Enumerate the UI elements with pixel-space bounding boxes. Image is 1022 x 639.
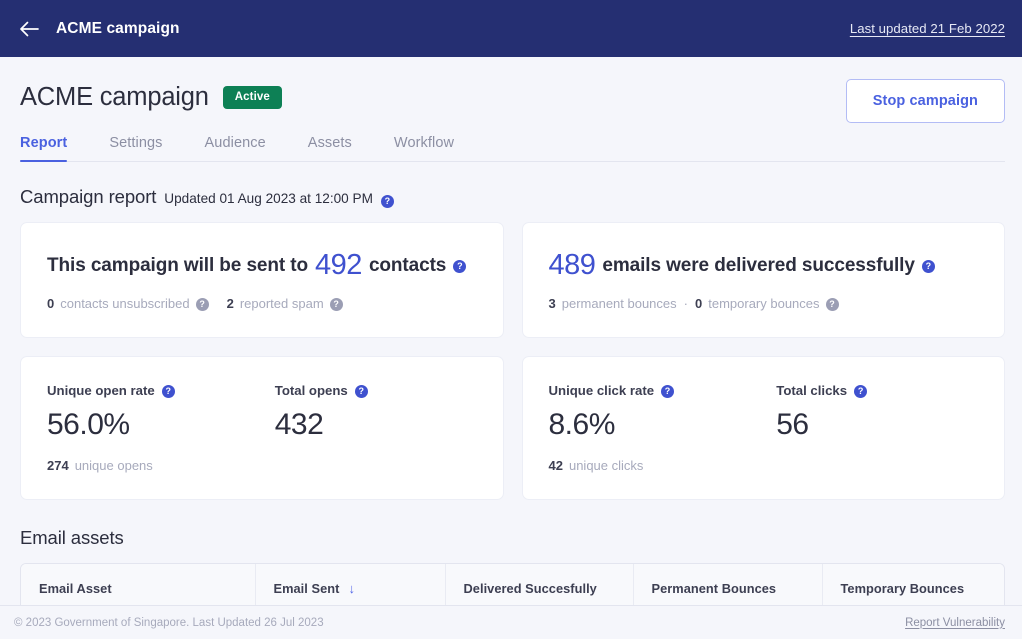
- bounce-separator: ·: [683, 296, 688, 311]
- permanent-bounces-count: 3: [548, 296, 556, 311]
- navbar-left-group: ACME campaign: [18, 18, 180, 40]
- app-root: ACME campaign Last updated 21 Feb 2022 A…: [0, 0, 1022, 639]
- page-footer: © 2023 Government of Singapore. Last Upd…: [0, 605, 1022, 639]
- recipients-suffix: contacts: [368, 254, 447, 276]
- report-vulnerability-link[interactable]: Report Vulnerability: [905, 617, 1005, 629]
- total-clicks-value: 56: [776, 408, 809, 441]
- unique-click-rate-label: Unique click rate: [548, 383, 655, 398]
- delivered-card: 489 emails were delivered successfully ?…: [521, 222, 1005, 338]
- delivered-subline: 3 permanent bounces · 0 temporary bounce…: [549, 296, 1005, 311]
- unique-open-rate-value: 56.0%: [47, 408, 130, 441]
- help-circle-icon[interactable]: ?: [854, 385, 868, 398]
- email-assets-title: Email assets: [20, 527, 124, 548]
- unique-click-rate-label-group: Unique click rate ?: [549, 383, 777, 398]
- total-clicks-metric: Total clicks ? 56: [776, 383, 1004, 442]
- recipients-count: 492: [315, 249, 362, 281]
- summary-card-grid: This campaign will be sent to 492 contac…: [0, 208, 1022, 500]
- help-circle-icon[interactable]: ?: [661, 385, 675, 398]
- stop-campaign-button[interactable]: Stop campaign: [845, 79, 1005, 123]
- email-assets-table: Email Asset Email Sent ↓ Delivered Succes…: [21, 564, 1004, 605]
- total-opens-label: Total opens: [274, 383, 348, 398]
- main-content: ACME campaign Active Stop campaign Repor…: [0, 57, 1022, 605]
- sort-descending-icon[interactable]: ↓: [348, 581, 355, 596]
- tab-workflow[interactable]: Workflow: [394, 135, 454, 162]
- table-header-row: Email Asset Email Sent ↓ Delivered Succes…: [21, 564, 1004, 605]
- total-opens-metric: Total opens ? 432: [275, 383, 503, 442]
- column-header-permanent-bounces[interactable]: Permanent Bounces: [633, 564, 823, 605]
- recipients-headline: This campaign will be sent to 492 contac…: [47, 249, 503, 282]
- tab-bar: Report Settings Audience Assets Workflow: [0, 123, 1022, 162]
- column-header-delivered[interactable]: Delivered Succesfully: [445, 564, 634, 605]
- help-circle-icon[interactable]: ?: [453, 260, 467, 273]
- help-circle-icon[interactable]: ?: [354, 385, 368, 398]
- unique-click-rate-metric: Unique click rate ? 8.6%: [549, 383, 777, 442]
- temporary-bounces-label: temporary bounces: [708, 296, 820, 311]
- opens-metrics: Unique open rate ? 56.0% Total opens ? 4…: [47, 383, 503, 442]
- top-navbar: ACME campaign Last updated 21 Feb 2022: [0, 0, 1022, 57]
- column-header-email-asset[interactable]: Email Asset: [21, 564, 256, 605]
- unique-opens-count: 274: [47, 458, 69, 473]
- delivered-headline: 489 emails were delivered successfully ?: [549, 249, 1005, 282]
- campaign-report-title: Campaign report: [20, 186, 157, 207]
- unique-opens-footnote: 274 unique opens: [47, 458, 503, 473]
- opens-card: Unique open rate ? 56.0% Total opens ? 4…: [20, 356, 504, 500]
- arrow-left-icon[interactable]: [18, 18, 40, 40]
- permanent-bounces-label: permanent bounces: [561, 296, 677, 311]
- table-head: Email Asset Email Sent ↓ Delivered Succes…: [21, 564, 1004, 605]
- unique-click-rate-value: 8.6%: [548, 408, 616, 441]
- unique-clicks-label: unique clicks: [568, 458, 644, 473]
- email-assets-table-wrapper: Email Asset Email Sent ↓ Delivered Succes…: [20, 563, 1005, 605]
- clicks-card: Unique click rate ? 8.6% Total clicks ? …: [521, 356, 1005, 500]
- spam-label: reported spam: [239, 296, 324, 311]
- total-clicks-label-group: Total clicks ?: [776, 383, 1004, 398]
- unique-opens-label: unique opens: [74, 458, 153, 473]
- total-opens-label-group: Total opens ?: [275, 383, 503, 398]
- tab-report[interactable]: Report: [20, 135, 68, 162]
- spam-count: 2: [226, 296, 234, 311]
- campaign-report-heading: Campaign report Updated 01 Aug 2023 at 1…: [0, 162, 1022, 208]
- tab-settings[interactable]: Settings: [109, 135, 162, 162]
- tab-assets[interactable]: Assets: [308, 135, 352, 162]
- help-circle-icon[interactable]: ?: [329, 298, 343, 311]
- unique-open-rate-label-group: Unique open rate ?: [47, 383, 275, 398]
- recipients-subline: 0 contacts unsubscribed ? 2 reported spa…: [47, 296, 503, 311]
- help-circle-icon[interactable]: ?: [195, 298, 209, 311]
- help-circle-icon[interactable]: ?: [380, 195, 394, 208]
- column-header-email-sent[interactable]: Email Sent ↓: [255, 564, 446, 605]
- unsubscribed-label: contacts unsubscribed: [60, 296, 190, 311]
- temporary-bounces-count: 0: [695, 296, 703, 311]
- navbar-campaign-title: ACME campaign: [56, 19, 180, 37]
- page-title: ACME campaign: [20, 83, 209, 111]
- page-title-group: ACME campaign Active: [20, 79, 282, 112]
- campaign-report-updated: Updated 01 Aug 2023 at 12:00 PM: [164, 191, 373, 206]
- help-circle-icon[interactable]: ?: [921, 260, 935, 273]
- total-clicks-label: Total clicks: [776, 383, 848, 398]
- unique-open-rate-metric: Unique open rate ? 56.0%: [47, 383, 275, 442]
- page-header: ACME campaign Active Stop campaign: [0, 57, 1022, 123]
- delivered-count: 489: [548, 249, 596, 281]
- column-header-temporary-bounces[interactable]: Temporary Bounces: [822, 564, 1004, 605]
- last-updated-link[interactable]: Last updated 21 Feb 2022: [850, 21, 1005, 36]
- unique-clicks-count: 42: [548, 458, 563, 473]
- clicks-metrics: Unique click rate ? 8.6% Total clicks ? …: [549, 383, 1005, 442]
- status-badge: Active: [222, 86, 282, 109]
- total-opens-value: 432: [274, 408, 324, 441]
- recipients-card: This campaign will be sent to 492 contac…: [20, 222, 504, 338]
- recipients-prefix: This campaign will be sent to: [47, 254, 309, 276]
- help-circle-icon[interactable]: ?: [161, 385, 175, 398]
- unique-clicks-footnote: 42 unique clicks: [549, 458, 1005, 473]
- help-circle-icon[interactable]: ?: [825, 298, 839, 311]
- unsubscribed-count: 0: [47, 296, 55, 311]
- footer-copyright: © 2023 Government of Singapore. Last Upd…: [14, 616, 324, 629]
- column-header-email-sent-label: Email Sent: [273, 581, 340, 596]
- delivered-text: emails were delivered successfully: [602, 254, 915, 276]
- tab-audience[interactable]: Audience: [205, 135, 266, 162]
- unique-open-rate-label: Unique open rate: [47, 383, 155, 398]
